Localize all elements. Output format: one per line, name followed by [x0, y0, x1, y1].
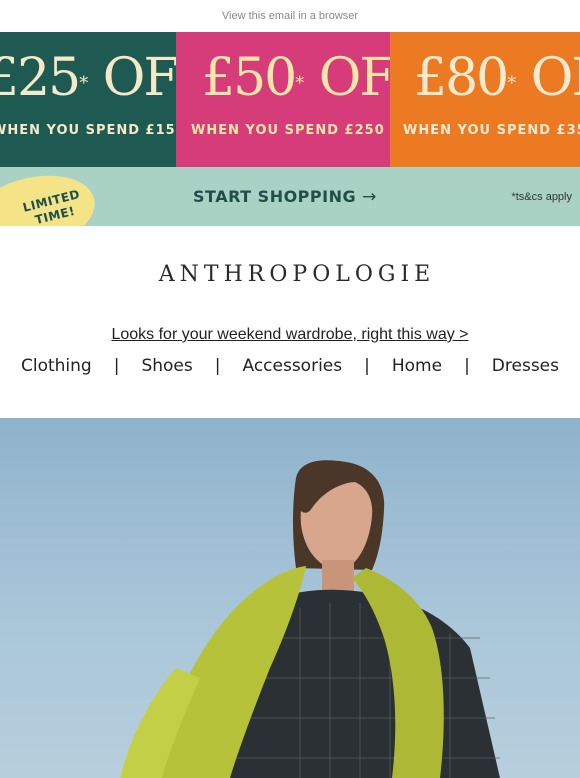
offer-amount: £50* OFF: [202, 48, 390, 108]
nav-item-clothing[interactable]: Clothing: [21, 356, 92, 376]
promo-banner[interactable]: £25* OFF WHEN YOU SPEND £150 £50* OFF WH…: [0, 32, 580, 226]
start-shopping-label: START SHOPPING: [193, 187, 357, 206]
offer-condition: WHEN YOU SPEND £350: [403, 123, 580, 138]
offer-tile-50[interactable]: £50* OFF WHEN YOU SPEND £250: [176, 32, 390, 167]
nav-separator: |: [214, 356, 221, 376]
nav-item-shoes[interactable]: Shoes: [141, 356, 192, 376]
offer-tiles: £25* OFF WHEN YOU SPEND £150 £50* OFF WH…: [0, 32, 580, 167]
weekend-promo: Looks for your weekend wardrobe, right t…: [0, 322, 580, 348]
start-shopping-button[interactable]: START SHOPPING →: [193, 167, 377, 226]
weekend-wardrobe-link[interactable]: Looks for your weekend wardrobe, right t…: [111, 326, 468, 343]
brand-logo[interactable]: ANTHROPOLOGIE: [0, 226, 580, 322]
offer-condition: WHEN YOU SPEND £250: [191, 123, 385, 138]
nav-separator: |: [364, 356, 370, 376]
nav-separator: |: [464, 356, 470, 376]
nav-separator: |: [113, 356, 120, 376]
terms-note: *ts&cs apply: [511, 190, 572, 203]
hero-image[interactable]: [0, 418, 580, 778]
offer-amount: £80* OFF: [414, 48, 580, 108]
nav-item-home[interactable]: Home: [392, 356, 442, 376]
category-nav: Clothing | Shoes | Accessories | Home | …: [0, 348, 580, 418]
nav-item-dresses[interactable]: Dresses: [492, 356, 559, 376]
offer-amount: £25* OFF: [0, 48, 176, 108]
hero-photo-illustration: [120, 460, 500, 778]
offer-tile-80[interactable]: £80* OFF WHEN YOU SPEND £350: [390, 32, 580, 167]
nav-item-accessories[interactable]: Accessories: [242, 356, 342, 376]
arrow-right-icon: →: [362, 186, 377, 207]
view-in-browser-link[interactable]: View this email in a browser: [222, 10, 358, 22]
view-in-browser-bar: View this email in a browser: [0, 0, 580, 32]
offer-tile-25[interactable]: £25* OFF WHEN YOU SPEND £150: [0, 32, 176, 167]
limited-time-text: LIMITED TIME!: [21, 187, 82, 226]
brand-logo-text: ANTHROPOLOGIE: [158, 261, 436, 287]
offer-condition: WHEN YOU SPEND £150: [0, 123, 176, 138]
